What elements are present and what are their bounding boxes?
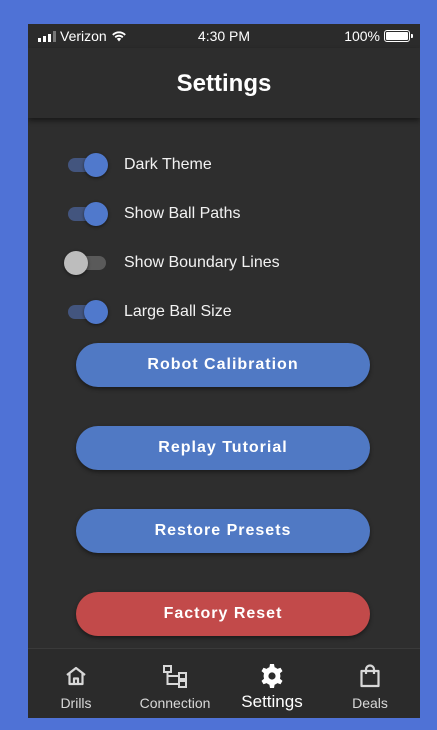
battery-icon xyxy=(384,30,413,42)
nav-item-drills[interactable]: Drills xyxy=(46,649,106,718)
show-ball-paths-label: Show Ball Paths xyxy=(124,205,241,222)
nav-label-connection: Connection xyxy=(139,695,211,711)
nav-item-deals[interactable]: Deals xyxy=(338,649,402,718)
large-ball-size-row: Large Ball Size xyxy=(64,297,232,327)
show-boundary-lines-row: Show Boundary Lines xyxy=(64,248,280,278)
show-boundary-lines-label: Show Boundary Lines xyxy=(124,254,280,271)
nav-item-settings[interactable]: Settings xyxy=(232,649,312,718)
factory-reset-button[interactable]: Factory Reset xyxy=(76,592,370,636)
app-header: Settings xyxy=(28,48,420,118)
show-boundary-lines-toggle[interactable] xyxy=(64,248,108,278)
nav-label-drills: Drills xyxy=(60,695,92,711)
shopping-bag-icon xyxy=(359,663,381,689)
network-icon xyxy=(162,663,188,689)
nav-label-settings: Settings xyxy=(241,692,303,711)
large-ball-size-toggle[interactable] xyxy=(64,297,108,327)
dark-theme-label: Dark Theme xyxy=(124,156,212,173)
nav-item-connection[interactable]: Connection xyxy=(130,649,220,718)
dark-theme-row: Dark Theme xyxy=(64,150,212,180)
status-right: 100% xyxy=(344,28,413,44)
home-icon xyxy=(64,663,88,689)
robot-calibration-button[interactable]: Robot Calibration xyxy=(76,343,370,387)
dark-theme-toggle[interactable] xyxy=(64,150,108,180)
show-ball-paths-toggle[interactable] xyxy=(64,199,108,229)
large-ball-size-label: Large Ball Size xyxy=(124,303,232,320)
bottom-nav: Drills Connection Settings Deals xyxy=(28,648,420,718)
show-ball-paths-row: Show Ball Paths xyxy=(64,199,241,229)
phone-screen: Verizon 4:30 PM 100% Settings Dark Theme xyxy=(28,24,420,718)
nav-label-deals: Deals xyxy=(352,695,388,711)
restore-presets-button[interactable]: Restore Presets xyxy=(76,509,370,553)
battery-percent: 100% xyxy=(344,28,380,44)
page-title: Settings xyxy=(176,70,272,97)
replay-tutorial-button[interactable]: Replay Tutorial xyxy=(76,426,370,470)
status-bar: Verizon 4:30 PM 100% xyxy=(28,24,420,48)
gear-icon xyxy=(259,663,285,689)
